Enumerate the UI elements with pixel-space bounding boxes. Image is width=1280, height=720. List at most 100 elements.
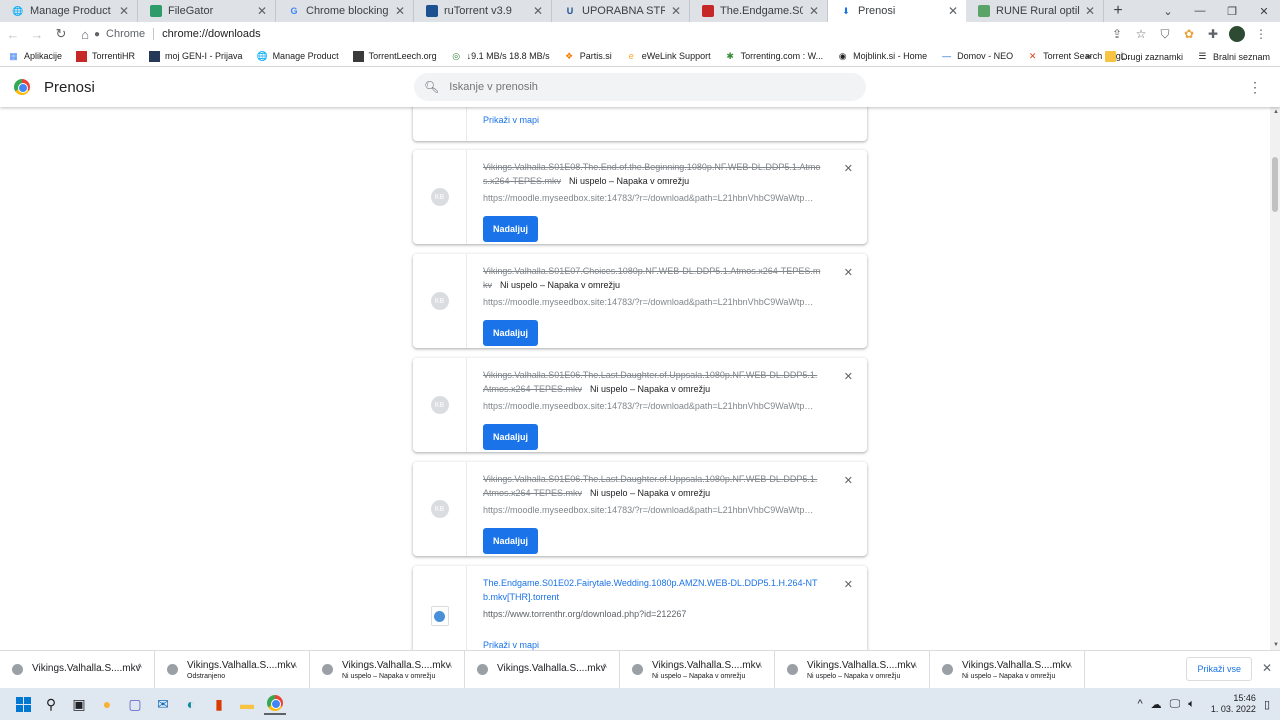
tab-filegator[interactable]: FileGator ✕ xyxy=(138,0,276,22)
bookmark-mojblink[interactable]: ◉ Mojblink.si - Home xyxy=(837,51,927,62)
network-icon[interactable]: 🖵︎ xyxy=(1170,698,1181,711)
shelf-item[interactable]: Vikings.Valhalla.S....mkv Ni uspelo – Nap… xyxy=(775,650,930,689)
menu-kebab-icon[interactable]: ⋮ xyxy=(1252,24,1270,44)
bookmark-ewelink[interactable]: e eWeLink Support xyxy=(626,51,711,62)
edge-icon[interactable]: ◐ xyxy=(180,693,202,715)
teams-chat-icon[interactable]: ▢ xyxy=(124,693,146,715)
bookmark-neo[interactable]: — Domov - NEO xyxy=(941,51,1013,62)
chrome-taskbar-icon[interactable] xyxy=(264,693,286,715)
more-bookmarks-button[interactable]: » xyxy=(1085,51,1091,62)
url-text[interactable]: chrome://downloads xyxy=(162,28,260,40)
shelf-item[interactable]: Vikings.Valhalla.S....mkv Ni uspelo – Nap… xyxy=(310,650,465,689)
scrollbar-thumb[interactable] xyxy=(1272,157,1278,212)
file-name-link[interactable]: The.Endgame.S01E02.Fairytale.Wedding.108… xyxy=(483,578,818,602)
file-explorer-icon[interactable]: ▬ xyxy=(236,693,258,715)
start-button[interactable] xyxy=(12,693,34,715)
chevron-up-icon[interactable]: ^ xyxy=(447,663,452,674)
shelf-item[interactable]: Vikings.Valhalla.S....mkv Odstranjeno ^ xyxy=(155,650,310,689)
show-all-button[interactable]: Prikaži vse xyxy=(1186,657,1252,681)
bookmark-reading-list[interactable]: ☰ Bralni seznam xyxy=(1197,51,1270,62)
maximize-button[interactable]: ❐ xyxy=(1216,0,1248,22)
shelf-item[interactable]: Vikings.Valhalla.S....mkv ^ xyxy=(465,650,620,689)
search-input[interactable] xyxy=(449,81,830,93)
source-url[interactable]: https://moodle.myseedbox.site:14783/?r=/… xyxy=(483,503,817,517)
chevron-up-icon[interactable]: ^ xyxy=(602,663,607,674)
reload-button[interactable]: ↻ xyxy=(50,23,72,45)
extensions-puzzle-icon[interactable]: ✚ xyxy=(1204,24,1222,44)
close-shelf-icon[interactable]: ✕ xyxy=(1262,661,1272,675)
tab-rutorrent[interactable]: ruTorrent v3.9 ✕ xyxy=(414,0,552,22)
close-icon[interactable]: ✕ xyxy=(1083,4,1097,18)
tab-search-icon[interactable]: ⌄ xyxy=(1152,0,1184,22)
onedrive-icon[interactable]: ☁ xyxy=(1151,698,1162,711)
remove-close-icon[interactable]: ✕ xyxy=(844,474,853,487)
clock[interactable]: 15:46 1. 03. 2022 xyxy=(1211,693,1256,715)
close-icon[interactable]: ✕ xyxy=(117,4,131,18)
shelf-item[interactable]: Vikings.Valhalla.S....mkv Ni uspelo – Nap… xyxy=(930,650,1085,689)
remove-close-icon[interactable]: ✕ xyxy=(844,266,853,279)
office-icon[interactable]: ▮ xyxy=(208,693,230,715)
bookmark-torrenting[interactable]: ✱ Torrenting.com : W... xyxy=(725,51,823,62)
close-icon[interactable]: ✕ xyxy=(531,4,545,18)
bookmark-torrentihr[interactable]: TorrentiHR xyxy=(76,50,135,62)
extension-cookie-icon[interactable]: ✿ xyxy=(1180,24,1198,44)
bookmark-speed[interactable]: ◎ ↓9.1 MB/s 18.8 MB/s xyxy=(451,51,549,62)
search-icon[interactable]: ⚲ xyxy=(40,693,62,715)
bookmark-other[interactable]: Drugi zaznamki xyxy=(1104,51,1183,62)
shelf-item[interactable]: Vikings.Valhalla.S....mkv ^ xyxy=(0,650,155,689)
scroll-up-icon[interactable]: ▲ xyxy=(1273,109,1279,115)
chevron-up-icon[interactable]: ^ xyxy=(1138,698,1143,710)
bookmark-torrentleech[interactable]: TorrentLeech.org xyxy=(352,50,437,62)
bookmark-partis[interactable]: ❖ Partis.si xyxy=(564,51,612,62)
tab-chrome-blocking[interactable]: G Chrome blocking downloa ✕ xyxy=(276,0,414,22)
bookmark-aplikacije[interactable]: ▦ Aplikacije xyxy=(8,51,62,62)
remove-close-icon[interactable]: ✕ xyxy=(844,578,853,591)
remove-close-icon[interactable]: ✕ xyxy=(844,162,853,175)
forward-button[interactable]: → xyxy=(26,23,48,45)
source-url[interactable]: https://www.torrenthr.org/download.php?i… xyxy=(483,607,817,621)
resume-button[interactable]: Nadaljuj xyxy=(483,528,539,554)
resume-button[interactable]: Nadaljuj xyxy=(483,424,539,450)
search-box[interactable]: 🔍︎ xyxy=(414,73,866,101)
resume-button[interactable]: Nadaljuj xyxy=(483,320,539,346)
minimize-button[interactable]: — xyxy=(1184,0,1216,22)
bookmark-star-icon[interactable]: ☆ xyxy=(1132,24,1150,44)
tab-prenosi[interactable]: ⬇ Prenosi ✕ xyxy=(828,0,966,22)
address-bar[interactable]: ● Chrome chrome://downloads xyxy=(94,24,1114,44)
volume-icon[interactable]: 🔈︎ xyxy=(1188,698,1195,711)
back-button[interactable]: ← xyxy=(2,23,24,45)
bookmark-manage-product[interactable]: 🌐 Manage Product xyxy=(256,51,338,62)
chevron-up-icon[interactable]: ^ xyxy=(912,663,917,674)
avatar[interactable] xyxy=(1228,24,1246,44)
scrollbar[interactable]: ▲ ▼ xyxy=(1270,107,1280,650)
resume-button[interactable]: Nadaljuj xyxy=(483,216,539,242)
remove-close-icon[interactable]: ✕ xyxy=(844,370,853,383)
site-info-icon[interactable]: ● xyxy=(94,29,100,40)
close-window-button[interactable]: ✕ xyxy=(1248,0,1280,22)
new-tab-button[interactable]: + xyxy=(1104,0,1132,22)
widgets-icon[interactable]: ● xyxy=(96,693,118,715)
tab-rune[interactable]: RUNE Rural optika na vaše ✕ xyxy=(966,0,1104,22)
chevron-up-icon[interactable]: ^ xyxy=(292,663,297,674)
bookmark-geni[interactable]: moj GEN-I - Prijava xyxy=(149,50,243,62)
show-in-folder-link[interactable]: Prikaži v mapi xyxy=(483,113,823,127)
close-icon[interactable]: ✕ xyxy=(807,4,821,18)
source-url[interactable]: https://moodle.myseedbox.site:14783/?r=/… xyxy=(483,191,817,205)
close-icon[interactable]: ✕ xyxy=(669,4,683,18)
tab-uporabna-stran[interactable]: U UPORABNA STRAN ✕ xyxy=(552,0,690,22)
source-url[interactable]: https://moodle.myseedbox.site:14783/?r=/… xyxy=(483,295,817,309)
home-button[interactable]: ⌂ xyxy=(74,23,96,45)
shield-extension-icon[interactable]: ⛉ xyxy=(1156,24,1174,44)
chevron-up-icon[interactable]: ^ xyxy=(757,663,762,674)
close-icon[interactable]: ✕ xyxy=(255,4,269,18)
close-icon[interactable]: ✕ xyxy=(393,4,407,18)
close-icon[interactable]: ✕ xyxy=(946,4,960,18)
source-url[interactable]: https://moodle.myseedbox.site:14783/?r=/… xyxy=(483,399,817,413)
task-view-icon[interactable]: ▣ xyxy=(68,693,90,715)
tab-endgame[interactable]: The.Endgame.S01E02.Fairy ✕ xyxy=(690,0,828,22)
scroll-down-icon[interactable]: ▼ xyxy=(1273,642,1279,648)
mail-icon[interactable]: ✉ xyxy=(152,693,174,715)
tab-manage-product[interactable]: 🌐 Manage Product ✕ xyxy=(0,0,138,22)
more-options-icon[interactable]: ⋮ xyxy=(1248,79,1262,96)
share-icon[interactable]: ⇪ xyxy=(1108,24,1126,44)
